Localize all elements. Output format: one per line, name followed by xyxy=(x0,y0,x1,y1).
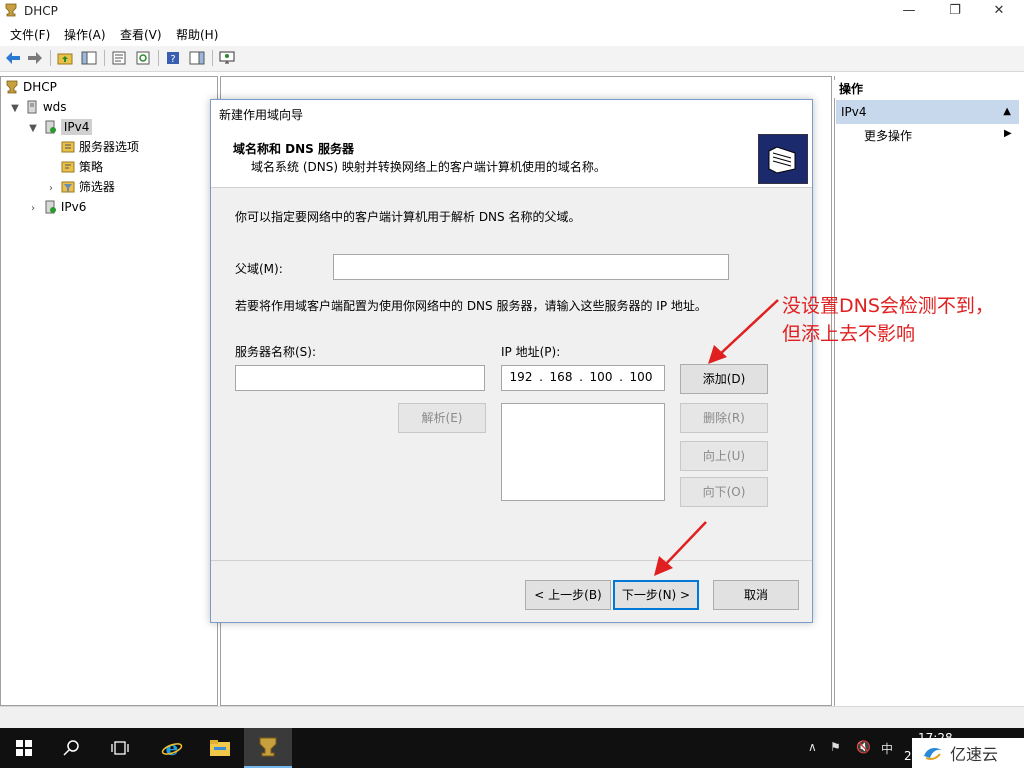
start-windows-icon[interactable] xyxy=(0,728,48,768)
speaker-muted-icon[interactable]: 🔇 xyxy=(856,740,871,754)
file-explorer-icon[interactable] xyxy=(196,728,244,768)
annotation-arrows xyxy=(654,299,779,576)
search-icon[interactable] xyxy=(48,728,96,768)
watermark: 亿速云 xyxy=(912,738,1024,768)
arrow-head-add xyxy=(708,345,727,364)
annotation-line-2: 但添上去不影响 xyxy=(782,323,916,345)
tray-expand-icon[interactable]: ∧ xyxy=(808,740,817,754)
task-view-icon[interactable] xyxy=(96,728,144,768)
annotation-line-1: 没设置DNS会检测不到， xyxy=(782,295,994,317)
svg-text:e: e xyxy=(166,737,179,759)
arrow-to-add xyxy=(717,299,779,357)
action-center-flag-icon[interactable]: ⚑ xyxy=(830,740,841,754)
yisu-logo-icon xyxy=(924,748,942,760)
watermark-text: 亿速云 xyxy=(950,745,999,764)
annotation-note: 没设置DNS会检测不到， 但添上去不影响 xyxy=(782,292,994,348)
internet-explorer-icon[interactable]: e xyxy=(148,728,196,768)
dhcp-taskbar-icon[interactable] xyxy=(244,728,292,768)
ime-indicator[interactable]: 中 xyxy=(881,740,893,757)
arrow-to-next xyxy=(663,521,707,567)
